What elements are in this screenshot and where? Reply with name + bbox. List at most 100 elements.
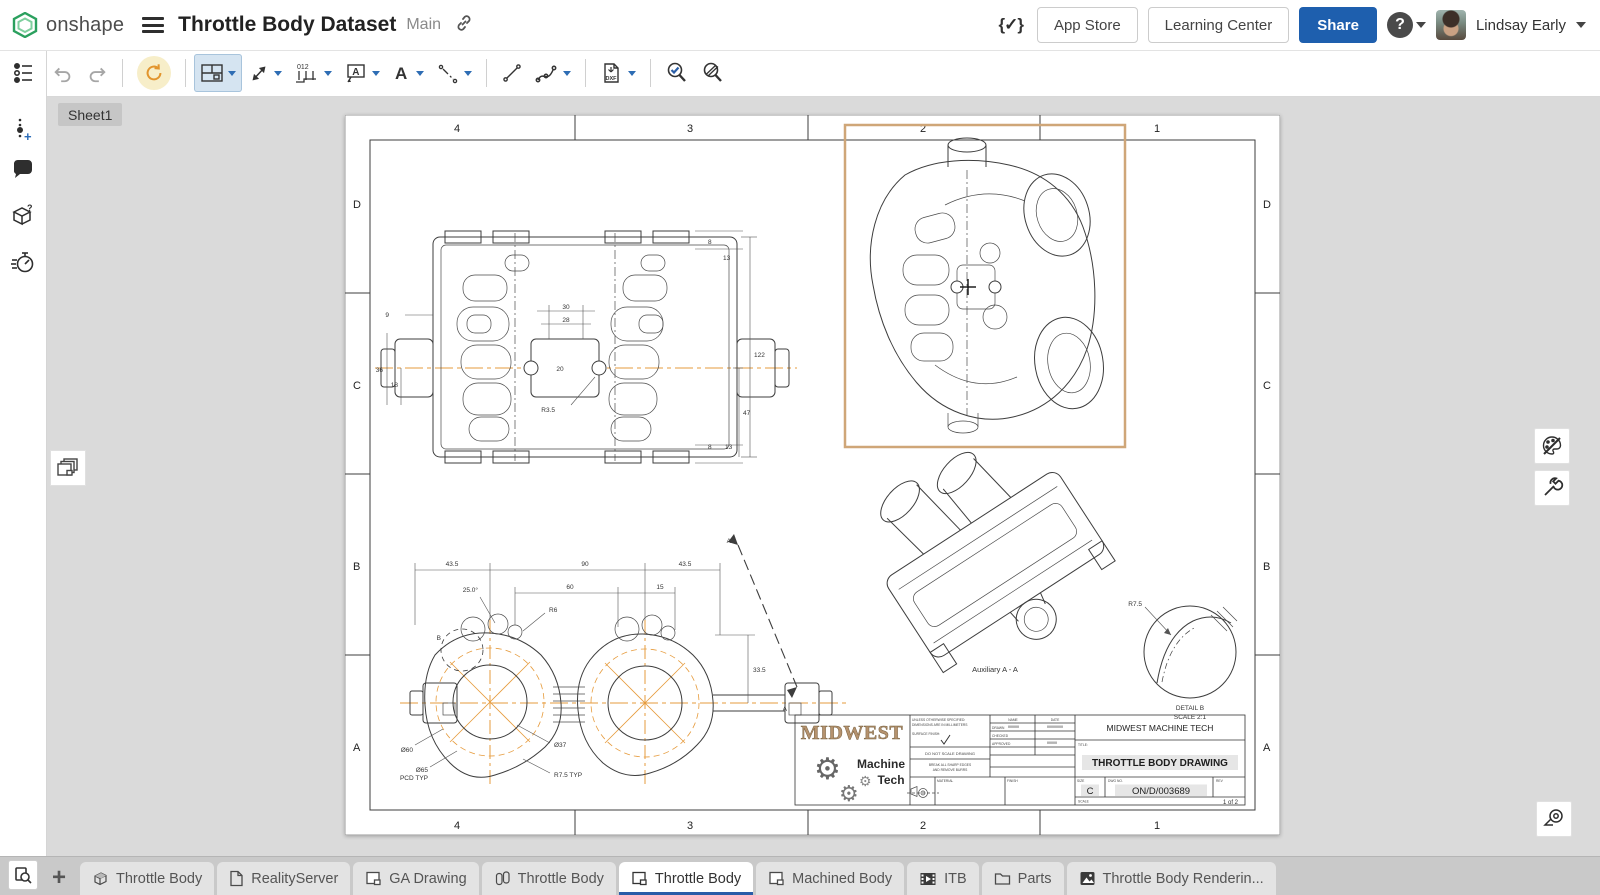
measure-tool-button[interactable] [1536, 801, 1572, 837]
svg-text:4: 4 [454, 123, 460, 135]
drawing-title[interactable]: THROTTLE BODY DRAWING [1092, 758, 1228, 769]
svg-text:1: 1 [1154, 820, 1160, 832]
svg-text:36: 36 [376, 367, 384, 374]
share-button[interactable]: Share [1299, 7, 1377, 43]
svg-text:B: B [353, 561, 360, 573]
help-caret-icon [1416, 22, 1426, 28]
svg-text:REV: REV [1216, 779, 1224, 783]
export-dxf-button[interactable]: DXF [594, 54, 642, 92]
tab-throttle-body-assembly[interactable]: Throttle Body [482, 862, 616, 895]
onshape-logo-icon [12, 12, 38, 38]
dimension-button[interactable] [242, 54, 288, 92]
tab-itb[interactable]: ITB [907, 862, 979, 895]
tab-throttle-body-drawing[interactable]: Throttle Body [619, 862, 753, 895]
inspect-sketch-button[interactable] [695, 54, 731, 92]
drawing-size[interactable]: C [1087, 786, 1094, 797]
image-icon [1079, 870, 1096, 887]
svg-text:MATERIAL: MATERIAL [937, 779, 953, 783]
drawing-toolbar: 012 A A DXF [46, 50, 1600, 97]
svg-text:Ø60: Ø60 [401, 747, 414, 754]
folder-icon [994, 871, 1011, 886]
tab-search-button[interactable] [8, 860, 38, 890]
tab-parts[interactable]: Parts [982, 862, 1064, 895]
drawing-sheet[interactable]: 4 3 2 1 4 3 2 1 D C B A D C B A [345, 115, 1280, 835]
svg-text:43.5: 43.5 [446, 561, 459, 568]
verify-sketch-button[interactable] [659, 54, 695, 92]
svg-text:20: 20 [556, 366, 564, 373]
sheet-tab[interactable]: Sheet1 [58, 103, 122, 126]
learn-cube-icon[interactable]: ? [0, 196, 46, 236]
feature-list-icon[interactable] [0, 50, 46, 96]
svg-text:BREAK ALL SHARP EDGES: BREAK ALL SHARP EDGES [929, 763, 972, 767]
tab-machined-body[interactable]: Machined Body [756, 862, 904, 895]
spline-tool-button[interactable] [529, 54, 577, 92]
main-menu-icon[interactable] [142, 17, 164, 33]
svg-text:8: 8 [708, 239, 712, 246]
drawing-number[interactable]: ON/D/003689 [1132, 786, 1190, 797]
insert-view-button[interactable] [194, 54, 242, 92]
workspace-name[interactable]: Main [406, 16, 441, 34]
text-button[interactable]: A [386, 54, 430, 92]
learning-center-button[interactable]: Learning Center [1148, 7, 1290, 43]
properties-wrench-button[interactable] [1534, 470, 1570, 506]
svg-text:18: 18 [391, 382, 399, 389]
document-title: Throttle Body Dataset [178, 13, 396, 37]
update-views-button[interactable] [131, 54, 177, 92]
appearance-panel-button[interactable] [1534, 428, 1570, 464]
help-menu[interactable]: ? [1387, 12, 1426, 38]
svg-text:DIMENSIONS ARE IN MILLIMETERS: DIMENSIONS ARE IN MILLIMETERS [912, 723, 968, 727]
svg-text:CHECKED: CHECKED [992, 734, 1009, 738]
svg-text:FINISH: FINISH [1007, 779, 1018, 783]
logo-tech: Tech [877, 773, 904, 787]
svg-text:DXF: DXF [606, 76, 618, 82]
add-tab-button[interactable]: + [44, 863, 74, 893]
svg-text:UNLESS OTHERWISE SPECIFIED:: UNLESS OTHERWISE SPECIFIED: [912, 718, 965, 722]
tab-throttle-body-part[interactable]: Throttle Body [80, 862, 214, 895]
svg-text:47: 47 [743, 410, 751, 417]
centerline-button[interactable] [430, 54, 478, 92]
history-timer-icon[interactable] [0, 242, 46, 282]
tab-realityserver[interactable]: RealityServer [217, 862, 350, 895]
featurescript-icon[interactable]: {✓} [998, 15, 1023, 35]
company-name: MIDWEST MACHINE TECH [1107, 723, 1214, 733]
svg-text:90: 90 [581, 561, 589, 568]
tab-ga-drawing[interactable]: GA Drawing [353, 862, 478, 895]
ordinate-caret-icon [324, 71, 332, 76]
svg-text:D: D [1263, 199, 1271, 211]
export-caret-icon [628, 71, 636, 76]
undo-button[interactable] [46, 54, 80, 92]
svg-text:A: A [352, 67, 359, 78]
sheet-count: 1 of 2 [1223, 800, 1239, 806]
sheets-panel-button[interactable] [50, 450, 86, 486]
svg-text:A: A [395, 64, 407, 83]
svg-text:15: 15 [656, 584, 664, 591]
onshape-brand[interactable]: onshape [0, 12, 124, 38]
svg-text:DRAWN: DRAWN [992, 726, 1005, 730]
svg-text:2: 2 [920, 820, 926, 832]
svg-text:APPROVED: APPROVED [992, 742, 1011, 746]
svg-text:SCALE: SCALE [1078, 800, 1090, 804]
svg-text:D: D [353, 199, 361, 211]
document-icon [229, 870, 244, 887]
gear-icon: ⚙ [839, 781, 859, 806]
svg-text:A: A [783, 706, 788, 713]
user-name[interactable]: Lindsay Early [1476, 17, 1566, 34]
svg-text:R7.5: R7.5 [1128, 601, 1142, 608]
left-rail: + ? [0, 50, 47, 856]
avatar[interactable] [1436, 10, 1466, 40]
app-store-button[interactable]: App Store [1037, 7, 1138, 43]
help-icon[interactable]: ? [1387, 12, 1413, 38]
assembly-icon [494, 870, 511, 887]
svg-text:TITLE:: TITLE: [1078, 743, 1088, 747]
svg-text:DO NOT SCALE DRAWING: DO NOT SCALE DRAWING [925, 751, 975, 756]
spline-caret-icon [563, 71, 571, 76]
insert-item-icon[interactable]: + [0, 110, 46, 150]
svg-text:25.0°: 25.0° [463, 586, 479, 594]
note-button[interactable]: A [338, 54, 386, 92]
tab-throttle-body-rendering[interactable]: Throttle Body Renderin... [1067, 862, 1276, 895]
redo-button[interactable] [80, 54, 114, 92]
ordinate-dimension-button[interactable]: 012 [288, 54, 338, 92]
line-tool-button[interactable] [495, 54, 529, 92]
comments-icon[interactable] [0, 150, 46, 190]
share-link-icon[interactable] [455, 14, 473, 37]
